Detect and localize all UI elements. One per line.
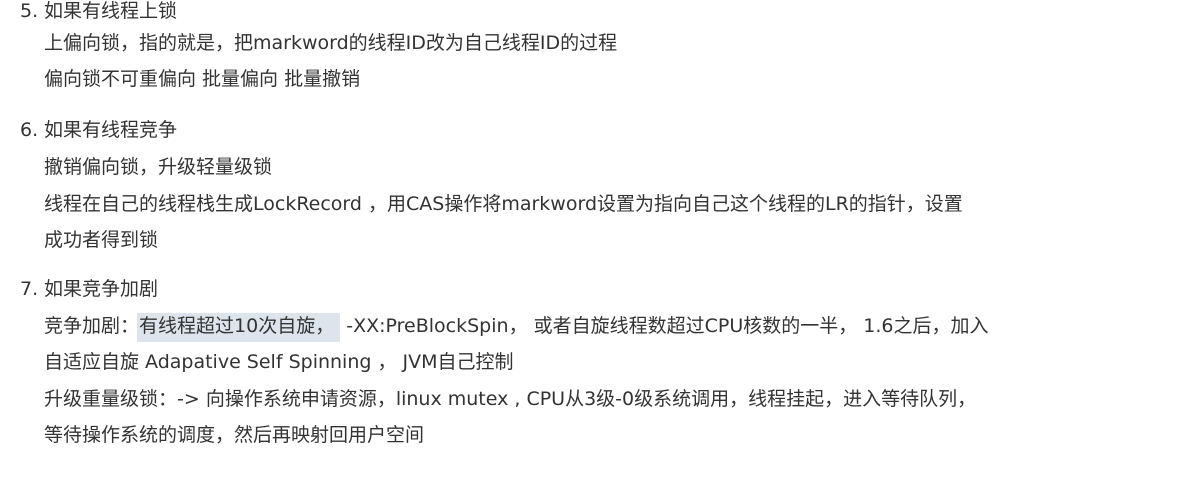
list-number: 6. <box>20 119 39 141</box>
line-suffix: -XX:PreBlockSpin， 或者自旋线程数超过CPU核数的一半， 1.6… <box>340 315 989 337</box>
highlighted-text[interactable]: 有线程超过10次自旋， <box>137 313 341 342</box>
body-line: 撤销偏向锁，升级轻量级锁 <box>44 156 273 178</box>
body-line: 竞争加剧：有线程超过10次自旋， -XX:PreBlockSpin， 或者自旋线… <box>44 308 989 344</box>
body-line: 升级重量级锁：-> 向操作系统申请资源，linux mutex , CPU从3级… <box>44 388 977 410</box>
line-prefix: 竞争加剧： <box>44 315 140 337</box>
list-number: 7. <box>20 278 39 300</box>
body-line: 偏向锁不可重偏向 批量偏向 批量撤销 <box>44 68 361 90</box>
body-line: 等待操作系统的调度，然后再映射回用户空间 <box>44 424 425 446</box>
body-line: 成功者得到锁 <box>44 229 159 251</box>
document-body: 5. 如果有线程上锁 上偏向锁，指的就是，把markword的线程ID改为自己线… <box>0 0 1186 477</box>
body-line: 线程在自己的线程栈生成LockRecord ，用CAS操作将markword设置… <box>44 193 963 215</box>
list-heading: 如果竞争加剧 <box>44 278 159 300</box>
body-line: 上偏向锁，指的就是，把markword的线程ID改为自己线程ID的过程 <box>44 32 618 54</box>
list-number: 5. <box>20 0 39 22</box>
list-heading: 如果有线程竞争 <box>44 119 178 141</box>
list-heading: 如果有线程上锁 <box>44 0 178 22</box>
body-line: 自适应自旋 Adapative Self Spinning ， JVM自己控制 <box>44 351 514 373</box>
